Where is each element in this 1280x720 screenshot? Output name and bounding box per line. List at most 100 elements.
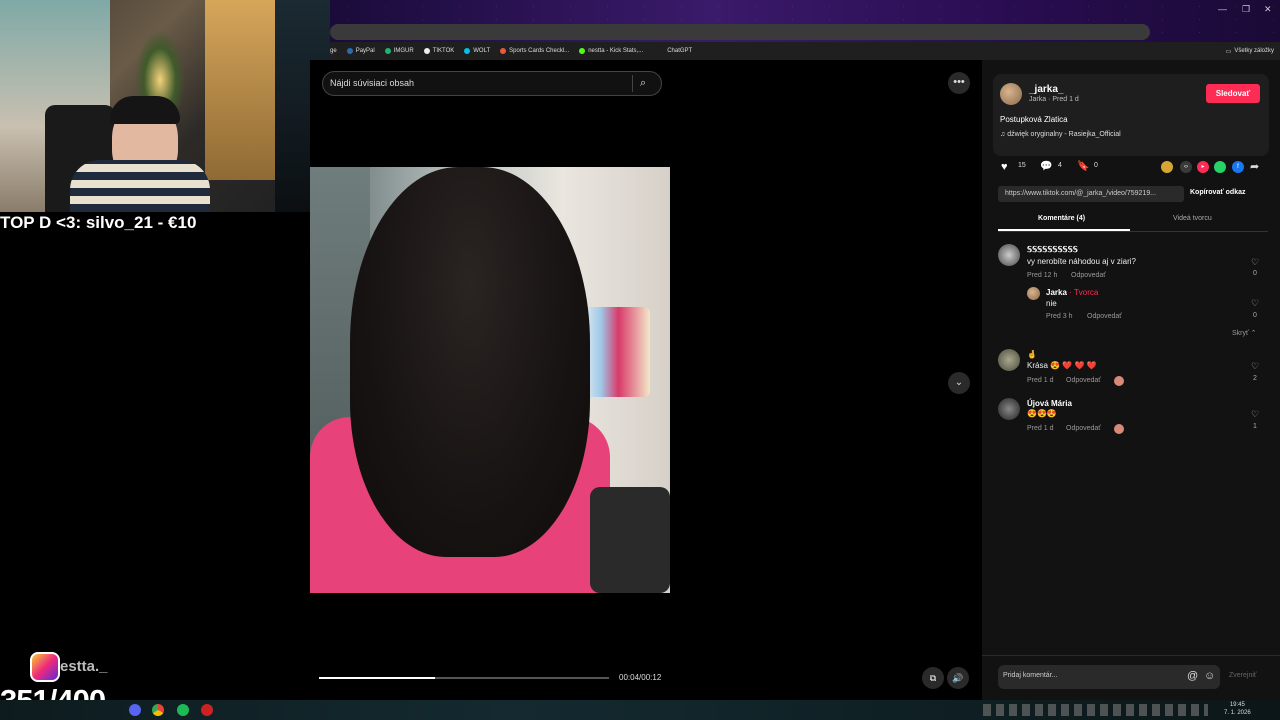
like-icon[interactable]: ♥ [1001, 161, 1008, 173]
comment-like-count: 1 [1253, 423, 1257, 430]
bookmark-item[interactable]: ge [330, 48, 337, 54]
post-comment-button[interactable]: Zverejniť [1229, 672, 1257, 679]
pip-button[interactable]: ⧉ [922, 667, 944, 689]
send-icon[interactable]: ▸ [1197, 161, 1209, 173]
comment-time: Pred 1 d [1027, 425, 1054, 432]
taskbar-clock[interactable]: 19:45 7. 1. 2026 [1224, 701, 1251, 717]
address-bar[interactable] [330, 24, 1150, 40]
bookmark-item[interactable]: IMGUR [384, 48, 414, 54]
creator-badge: Tvorca [1073, 288, 1099, 297]
reply-button[interactable]: Odpovedať [1087, 313, 1122, 320]
reply-text: nie [1046, 299, 1057, 308]
comment-like-icon[interactable]: ♡ [1249, 409, 1261, 420]
facebook-icon[interactable]: f [1232, 161, 1244, 173]
mention-icon[interactable]: @ [1187, 670, 1198, 682]
panel-divider [982, 655, 1280, 656]
copy-link-button[interactable]: Kopírovať odkaz [1190, 189, 1245, 196]
dark-hair [350, 167, 590, 557]
share-friends-icon[interactable] [1161, 161, 1173, 173]
commenter-name[interactable]: 𝕊𝕊𝕊𝕊𝕊𝕊𝕊𝕊𝕊𝕊 [1027, 245, 1078, 254]
curtain [205, 0, 275, 180]
comment-time: Pred 1 d [1027, 377, 1054, 384]
share-arrow-icon[interactable]: ➦ [1250, 160, 1259, 173]
top-donation-text: TOP D <3: silvo_21 - €10 [0, 213, 197, 232]
close-icon[interactable]: ✕ [1264, 4, 1272, 15]
system-tray-icons[interactable] [983, 704, 1208, 716]
comment-like-count: 2 [1253, 375, 1257, 382]
video-progress-fill [319, 677, 435, 679]
comment-placeholder: Pridaj komentár... [1003, 672, 1058, 679]
instagram-handle: estta._ [60, 658, 108, 675]
commenter-name[interactable]: 🤞 [1027, 350, 1037, 359]
video-link-field[interactable]: https://www.tiktok.com/@_jarka_/video/75… [998, 186, 1184, 202]
whatsapp-icon[interactable] [1214, 161, 1226, 173]
bookmark-item[interactable]: Sports Cards Checkl... [500, 48, 569, 54]
hair-products [580, 307, 650, 397]
reply-like-count: 0 [1253, 312, 1257, 319]
search-icon[interactable]: ⌕ [640, 77, 646, 90]
webcam-overlay [0, 0, 330, 212]
obs-icon[interactable] [201, 704, 213, 716]
search-placeholder: Nájdi súvisiaci obsah [330, 78, 415, 88]
kick-icon [579, 48, 586, 54]
maximize-icon[interactable]: ❐ [1242, 4, 1250, 15]
wolt-icon [464, 48, 471, 54]
bookmark-item[interactable]: ChatGPT [667, 48, 692, 54]
bookmark-item[interactable]: TIKTOK [423, 48, 454, 54]
tab-comments[interactable]: Komentáre (4) [1038, 215, 1085, 222]
chrome-icon[interactable] [152, 704, 164, 716]
comment-icon[interactable]: 💬 [1040, 161, 1052, 172]
author-subline: Jarka · Pred 1 d [1029, 96, 1079, 103]
save-count: 0 [1094, 162, 1098, 169]
like-count: 15 [1018, 162, 1026, 169]
bookmark-item[interactable]: WOLT [464, 48, 490, 54]
bookmark-item[interactable]: PayPal [346, 48, 375, 54]
emoji-icon[interactable]: ☺ [1204, 670, 1215, 682]
reply-author[interactable]: Jarka · Tvorca [1046, 288, 1098, 297]
video-time: 00:04/00:12 [619, 673, 662, 682]
headset [110, 96, 180, 124]
commenter-avatar[interactable] [998, 398, 1020, 420]
cards-icon [500, 48, 507, 54]
more-options-button[interactable]: ••• [948, 72, 970, 94]
commenter-avatar[interactable] [998, 244, 1020, 266]
folder-icon: ▭ [1225, 48, 1232, 55]
tab-creator-videos[interactable]: Videá tvorcu [1173, 215, 1212, 222]
imgur-icon [384, 48, 391, 54]
reply-time: Pred 3 h [1046, 313, 1073, 320]
reply-button[interactable]: Odpovedať [1071, 272, 1106, 279]
creator-liked-avatar [1114, 376, 1124, 386]
video-caption: Postupková Zlatica [1000, 115, 1068, 124]
follow-button[interactable]: Sledovať [1206, 84, 1260, 103]
comment-like-icon[interactable]: ♡ [1249, 361, 1261, 372]
music-info[interactable]: ♫ dźwięk oryginalny - Rasiejka_Official [1000, 131, 1121, 138]
tabs-divider [998, 231, 1268, 232]
commenter-avatar[interactable] [998, 349, 1020, 371]
commenter-name[interactable]: Újová Mária [1027, 399, 1072, 408]
discord-icon[interactable] [129, 704, 141, 716]
hide-replies-button[interactable]: Skryť ⌃ [1232, 329, 1256, 337]
reply-like-icon[interactable]: ♡ [1249, 298, 1261, 309]
minimize-icon[interactable]: — [1218, 4, 1227, 14]
bookmarks-bar: ge PayPal IMGUR TIKTOK WOLT Sports Cards… [330, 42, 1280, 60]
next-video-button[interactable]: ⌄ [948, 372, 970, 394]
creator-liked-avatar [1114, 424, 1124, 434]
paypal-icon [346, 48, 353, 54]
volume-button[interactable]: 🔊 [947, 667, 969, 689]
author-username[interactable]: _jarka_ [1029, 84, 1063, 95]
video-player[interactable] [310, 167, 670, 593]
bookmark-icon[interactable]: 🔖 [1077, 161, 1089, 172]
comment-text: vy nerobíte náhodou aj v ziari? [1027, 257, 1136, 266]
embed-icon[interactable]: ‹› [1180, 161, 1192, 173]
reply-button[interactable]: Odpovedať [1066, 377, 1101, 384]
spotify-icon[interactable] [177, 704, 189, 716]
salon-chair [590, 487, 670, 593]
comment-text: 😍😍😍 [1027, 409, 1057, 418]
search-divider [632, 75, 633, 92]
bookmark-item[interactable]: nestta - Kick Stats,... [579, 48, 643, 54]
reply-button[interactable]: Odpovedať [1066, 425, 1101, 432]
author-avatar[interactable] [1000, 83, 1022, 105]
comment-like-icon[interactable]: ♡ [1249, 257, 1261, 268]
all-bookmarks[interactable]: ▭ Všetky záložky [1226, 48, 1274, 55]
reply-avatar[interactable] [1027, 287, 1040, 300]
